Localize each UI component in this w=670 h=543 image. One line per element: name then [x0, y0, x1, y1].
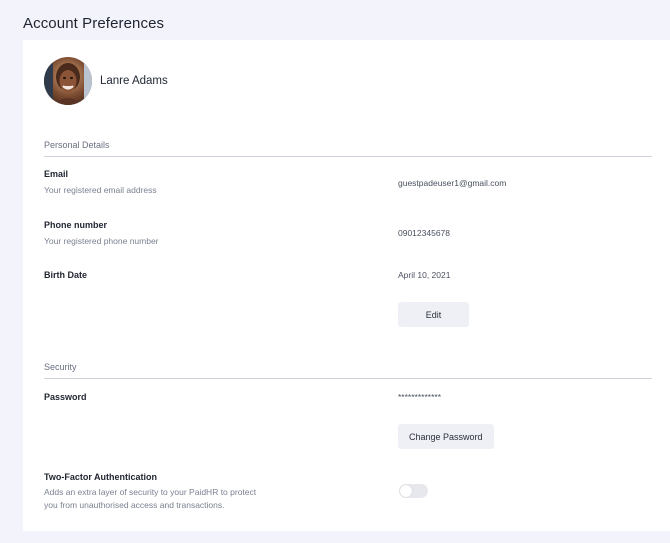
- personal-details-label: Personal Details: [44, 140, 110, 150]
- account-preferences-card: Lanre Adams Personal Details Email Your …: [23, 40, 670, 531]
- email-label: Email: [44, 169, 69, 179]
- two-factor-label: Two-Factor Authentication: [44, 472, 157, 482]
- profile-summary: Lanre Adams: [44, 57, 168, 105]
- phone-label: Phone number: [44, 220, 108, 230]
- security-label: Security: [44, 362, 77, 372]
- user-name: Lanre Adams: [100, 75, 168, 87]
- phone-value: 09012345678: [398, 228, 451, 238]
- email-value: guestpadeuser1@gmail.com: [398, 178, 507, 188]
- birth-date-label: Birth Date: [44, 270, 88, 280]
- email-description: Your registered email address: [44, 185, 157, 195]
- two-factor-description-line1: Adds an extra layer of security to your …: [44, 487, 257, 497]
- two-factor-toggle[interactable]: [399, 484, 428, 498]
- phone-description: Your registered phone number: [44, 236, 159, 246]
- two-factor-description-line2: you from unauthorised access and transac…: [44, 500, 225, 510]
- toggle-knob: [400, 485, 412, 497]
- password-value: *************: [398, 392, 442, 402]
- edit-button[interactable]: Edit: [398, 302, 469, 327]
- personal-details-divider: [44, 156, 652, 157]
- page-title: Account Preferences: [23, 15, 165, 32]
- avatar[interactable]: [44, 57, 92, 105]
- security-divider: [44, 378, 652, 379]
- change-password-button[interactable]: Change Password: [398, 424, 494, 449]
- password-label: Password: [44, 392, 87, 402]
- birth-date-value: April 10, 2021: [398, 270, 451, 280]
- avatar-photo-icon: [44, 57, 92, 105]
- page-header: Account Preferences: [0, 0, 670, 40]
